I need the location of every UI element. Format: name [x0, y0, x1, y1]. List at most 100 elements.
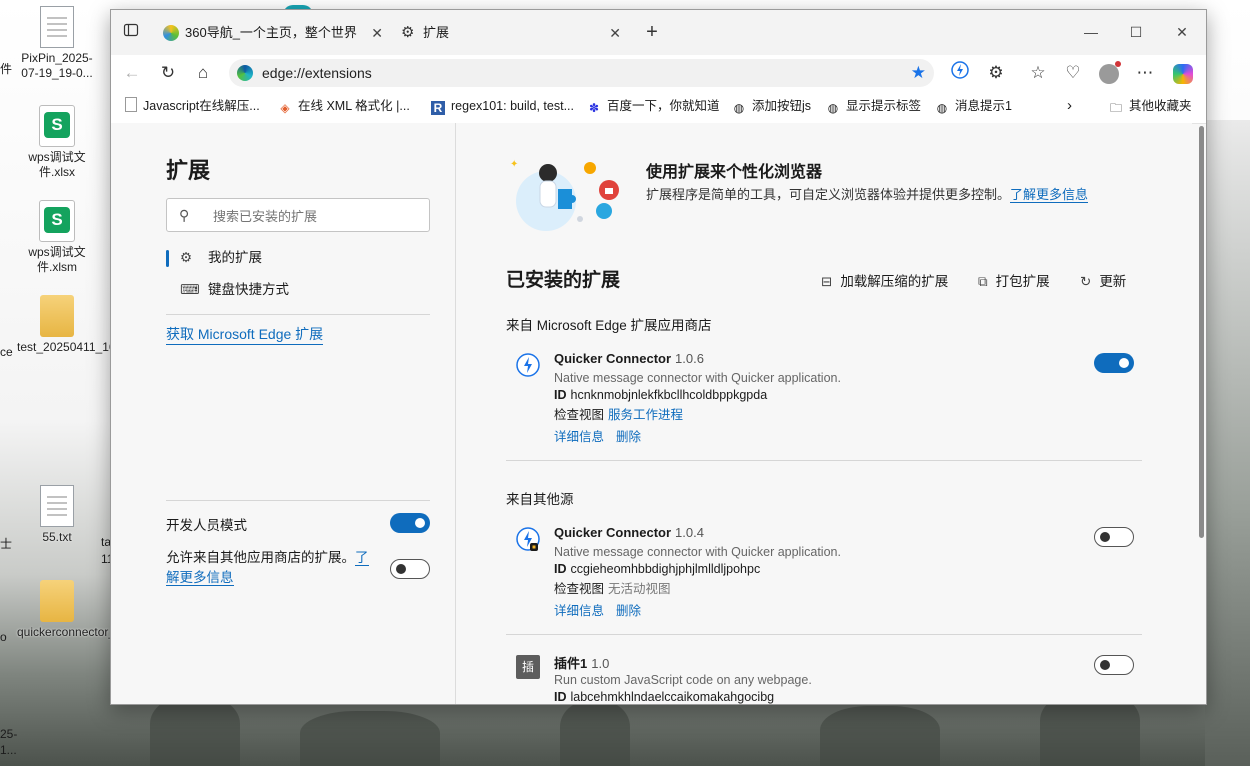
copilot-icon[interactable]: [1171, 61, 1195, 85]
extension-search[interactable]: ⚲: [166, 198, 430, 232]
pack-extension-button[interactable]: ⧉ 打包扩展: [978, 270, 1050, 290]
desktop-icon-pixpin[interactable]: PixPin_2025-07-19_19-0...: [17, 6, 97, 81]
extension-actions: 详细信息 删除: [554, 426, 653, 445]
remove-link[interactable]: 删除: [616, 604, 641, 618]
inspect-views: 检查视图 无活动视图: [554, 578, 671, 597]
edge-window: 360导航_一个主页，整个世界 ✕ ⚙ 扩展 ✕ + — ☐ ✕ ← ↻ ⌂ e…: [110, 9, 1207, 705]
extension-card: Quicker Connector 1.0.4 Native message co…: [516, 525, 1136, 635]
no-active-views-text: 无活动视图: [608, 582, 671, 596]
extension-enable-toggle[interactable]: [1094, 353, 1134, 373]
maximize-button[interactable]: ☐: [1116, 20, 1156, 44]
extension-id: ID ccgieheomhbbdighjphjlmlldljpohpc: [554, 562, 761, 576]
desktop-icon-label: wps调试文件.xlsx: [28, 150, 86, 179]
favorite-label: 百度一下，你就知道: [607, 99, 720, 113]
pack-extension-icon: ⧉: [978, 274, 988, 289]
developer-mode-toggle[interactable]: [390, 513, 430, 533]
extension-enable-toggle[interactable]: [1094, 527, 1134, 547]
installed-extensions-title: 已安装的扩展: [506, 270, 621, 291]
extension-actions: 详细信息 删除: [554, 600, 653, 619]
allow-other-stores-text: 允许来自其他应用商店的扩展。了 解更多信息: [166, 548, 381, 588]
service-worker-link[interactable]: 服务工作进程: [608, 408, 683, 422]
nav-my-extensions[interactable]: ⚙ 我的扩展: [166, 243, 426, 273]
favorite-item[interactable]: Javascript在线解压...: [125, 91, 260, 121]
more-menu-icon[interactable]: ⋯: [1133, 61, 1157, 85]
tab-360-nav[interactable]: 360导航_一个主页，整个世界 ✕: [155, 18, 391, 48]
inspect-views: 检查视图 服务工作进程: [554, 404, 683, 423]
desktop-icon-55-txt[interactable]: 55.txt: [17, 485, 97, 545]
favorite-item[interactable]: ✽ 百度一下，你就知道: [587, 91, 720, 121]
tab-title: 360导航_一个主页，整个世界: [185, 25, 357, 40]
hero-learn-more-link[interactable]: 了解更多信息: [1010, 187, 1089, 203]
home-icon[interactable]: ⌂: [191, 61, 215, 85]
tab-extensions[interactable]: ⚙ 扩展 ✕: [393, 18, 629, 48]
desktop-icon-test-folder[interactable]: test_20250411_164547: [17, 295, 143, 355]
extension-description: Run custom JavaScript code on any webpag…: [554, 673, 812, 687]
close-tab-icon[interactable]: ✕: [609, 18, 621, 48]
divider: [506, 634, 1142, 635]
tab-actions-icon[interactable]: [121, 22, 141, 42]
desktop-icon-wps-xlsx[interactable]: S wps调试文件.xlsx: [17, 105, 97, 180]
favorite-item[interactable]: ◍ 消息提示1: [935, 91, 1012, 121]
details-link[interactable]: 详细信息: [554, 604, 604, 618]
cube-icon: ◈: [280, 101, 290, 115]
favorite-item[interactable]: Rregex101: build, test...: [431, 91, 574, 121]
other-favorites[interactable]: 🗀 其他收藏夹: [1109, 91, 1192, 121]
allow-other-stores-toggle[interactable]: [390, 559, 430, 579]
desktop-edge-strip: [1205, 120, 1250, 766]
extension-name: Quicker Connector 1.0.4: [554, 525, 704, 540]
sidebar-title: 扩展: [166, 158, 211, 183]
learn-more-link[interactable]: 解更多信息: [166, 570, 234, 586]
page-scrollbar[interactable]: [1199, 126, 1204, 538]
search-input[interactable]: [211, 205, 415, 227]
close-window-button[interactable]: ✕: [1162, 20, 1202, 44]
desktop-icon-label: test_20250411_164547: [17, 340, 143, 354]
minimize-button[interactable]: —: [1071, 20, 1111, 44]
nav-keyboard-shortcuts[interactable]: ⌨ 键盘快捷方式: [166, 275, 426, 305]
spreadsheet-icon: S: [39, 200, 75, 242]
favorites-icon[interactable]: ☆: [1026, 61, 1050, 85]
desktop-icon-wps-xlsm[interactable]: S wps调试文件.xlsm: [17, 200, 97, 275]
details-link[interactable]: 详细信息: [554, 430, 604, 444]
extension-card: 插 插件1 1.0 Run custom JavaScript code on a…: [516, 653, 1136, 704]
folder-icon: [40, 580, 74, 622]
text-file-icon: [40, 485, 74, 527]
address-text[interactable]: edge://extensions: [262, 59, 372, 87]
learn-more-link[interactable]: 了: [355, 550, 369, 566]
puzzle-icon: ⚙: [401, 24, 415, 41]
browser-essentials-icon[interactable]: ♡: [1061, 61, 1085, 85]
globe-icon: ◍: [827, 101, 839, 115]
close-tab-icon[interactable]: ✕: [371, 18, 383, 48]
extension-description: Native message connector with Quicker ap…: [554, 545, 841, 559]
desktop-edge-fragment: 件: [0, 62, 13, 76]
hero-title: 使用扩展来个性化浏览器: [646, 164, 823, 181]
desktop-icon-label: wps调试文件.xlsm: [28, 245, 86, 274]
favorites-bar: Javascript在线解压... ◈ 在线 XML 格式化 |... Rrege…: [111, 91, 1206, 124]
desktop-icon-quickerconnector[interactable]: quickerconnector_0_7_4...: [17, 580, 158, 640]
favorite-item[interactable]: ◍ 添加按钮js: [732, 91, 811, 121]
quicker-extension-icon[interactable]: [948, 61, 972, 85]
back-arrow-icon[interactable]: ←: [120, 61, 144, 85]
remove-link[interactable]: 删除: [616, 430, 641, 444]
edge-logo-icon: [237, 65, 253, 81]
quicker-connector-icon: [516, 353, 540, 377]
favorites-overflow-chevron-icon[interactable]: ›: [1067, 91, 1072, 121]
favorite-item[interactable]: ◍ 显示提示标签: [826, 91, 921, 121]
profile-avatar[interactable]: [1097, 61, 1121, 85]
get-edge-extensions-link[interactable]: 获取 Microsoft Edge 扩展: [166, 324, 324, 345]
extension-enable-toggle[interactable]: [1094, 655, 1134, 675]
update-button[interactable]: ↻ 更新: [1080, 270, 1126, 290]
search-icon: ⚲: [179, 207, 190, 223]
load-unpacked-button[interactable]: ⊟ 加载解压缩的扩展: [821, 270, 948, 290]
address-bar[interactable]: edge://extensions ★: [229, 59, 934, 87]
extension-name: Quicker Connector 1.0.6: [554, 351, 704, 366]
favorite-star-icon[interactable]: ★: [911, 59, 926, 87]
extensions-icon[interactable]: ⚙: [984, 61, 1008, 85]
new-tab-button[interactable]: +: [642, 22, 662, 42]
extension-version: 1.0: [591, 656, 610, 671]
favorite-item[interactable]: ◈ 在线 XML 格式化 |...: [278, 91, 409, 121]
refresh-icon[interactable]: ↻: [156, 61, 180, 85]
extensions-page: 扩展 ⚲ ⚙ 我的扩展 ⌨ 键盘快捷方式 获取 Microsoft Edge 扩…: [111, 123, 1192, 704]
tab-title: 扩展: [423, 25, 450, 40]
plugin1-icon-text: 插: [521, 660, 534, 674]
globe-icon: ◍: [733, 101, 745, 115]
